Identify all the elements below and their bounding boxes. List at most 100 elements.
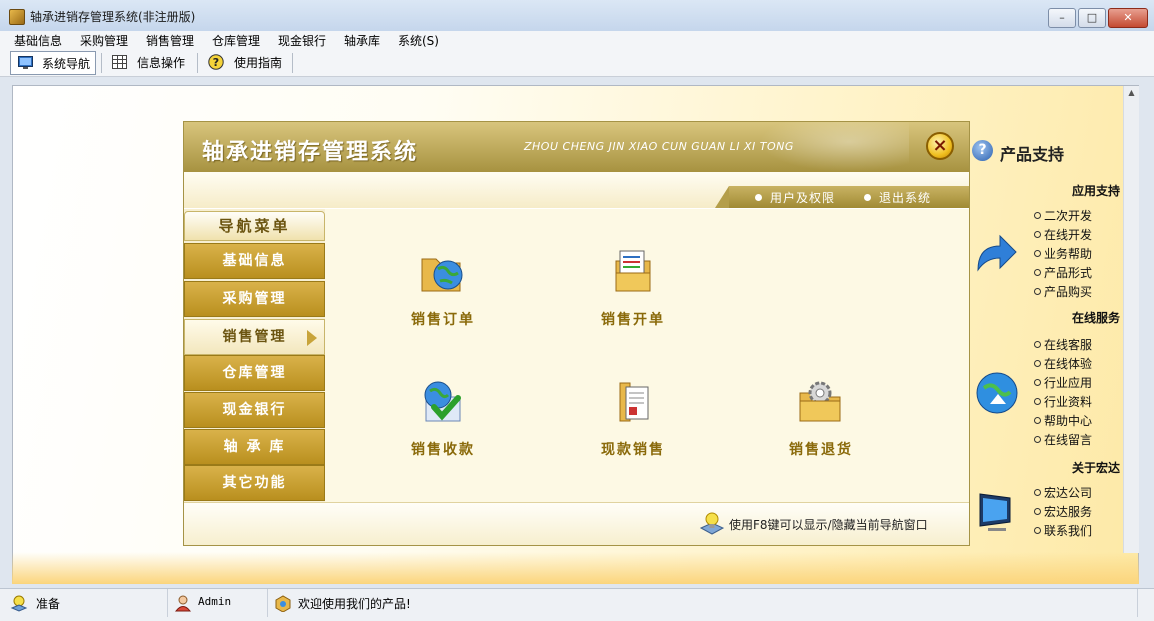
link-online-trial[interactable]: 在线体验 <box>1034 355 1092 372</box>
status-ready-cell: 准备 <box>0 589 168 617</box>
globe-folder-icon <box>421 258 463 292</box>
link-label: 产品购买 <box>1044 285 1093 299</box>
ring-bullet-icon <box>1034 398 1041 405</box>
link-online-message[interactable]: 在线留言 <box>1034 431 1092 448</box>
file-folder-icon <box>619 382 649 422</box>
support-title: 产品支持 <box>1000 145 1065 164</box>
link-product-form[interactable]: 产品形式 <box>1034 264 1092 281</box>
monitor-icon <box>18 56 33 69</box>
exit-system-link[interactable]: 退出系统 <box>864 189 931 206</box>
panel-footer: 使用F8键可以显示/隐藏当前导航窗口 <box>184 502 969 545</box>
link-service[interactable]: 宏达服务 <box>1034 503 1092 520</box>
nav-item-cash-bank[interactable]: 现金银行 <box>184 392 325 428</box>
footer-tip: 使用F8键可以显示/隐藏当前导航窗口 <box>729 518 928 532</box>
menu-warehouse[interactable]: 仓库管理 <box>212 32 260 49</box>
close-panel-button[interactable]: × <box>926 132 954 160</box>
link-secondary-dev[interactable]: 二次开发 <box>1034 207 1092 224</box>
function-area: 销售订单 销售开单 销售收款 现款销售 销售退货 <box>325 209 969 502</box>
link-label: 在线客服 <box>1044 338 1093 352</box>
status-bar: 准备 Admin 欢迎使用我们的产品! <box>0 588 1154 621</box>
nav-item-basic-info[interactable]: 基础信息 <box>184 243 325 279</box>
menu-basic-info[interactable]: 基础信息 <box>14 32 62 49</box>
user-permissions-link[interactable]: 用户及权限 <box>755 189 835 206</box>
user-guide-button[interactable]: ? 使用指南 <box>202 51 288 75</box>
computer-monitor-icon <box>979 493 1011 531</box>
link-label: 行业资料 <box>1044 395 1093 409</box>
help-circle-icon: ? <box>972 140 993 161</box>
nav-item-bearing-library[interactable]: 轴 承 库 <box>184 429 325 465</box>
link-product-purchase[interactable]: 产品购买 <box>1034 283 1092 300</box>
menu-sales[interactable]: 销售管理 <box>146 32 194 49</box>
sales-order-button[interactable]: 销售订单 <box>383 247 503 347</box>
vertical-scrollbar[interactable]: ▲ <box>1123 86 1139 553</box>
nav-item-sales[interactable]: 销售管理 <box>184 319 325 355</box>
bullet-icon <box>864 194 871 201</box>
panel-pinyin-title: ZHOU CHENG JIN XIAO CUN GUAN LI XI TONG <box>524 140 794 153</box>
link-label: 产品形式 <box>1044 266 1093 280</box>
sales-billing-label: 销售开单 <box>601 312 665 328</box>
link-industry-app[interactable]: 行业应用 <box>1034 374 1092 391</box>
nav-item-other[interactable]: 其它功能 <box>184 465 325 501</box>
link-label: 宏达公司 <box>1044 486 1093 500</box>
link-online-support[interactable]: 在线客服 <box>1034 336 1092 353</box>
ring-bullet-icon <box>1034 341 1041 348</box>
system-nav-button[interactable]: 系统导航 <box>10 51 96 75</box>
sales-billing-button[interactable]: 销售开单 <box>573 247 693 347</box>
ring-bullet-icon <box>1034 360 1041 367</box>
cash-sales-button[interactable]: 现款销售 <box>573 377 693 477</box>
user-icon <box>174 595 192 612</box>
nav-item-warehouse[interactable]: 仓库管理 <box>184 355 325 391</box>
status-user-cell: Admin <box>168 589 268 617</box>
status-message-cell: 欢迎使用我们的产品! <box>268 589 1138 617</box>
ring-bullet-icon <box>1034 231 1041 238</box>
svg-text:?: ? <box>213 56 219 69</box>
sales-return-button[interactable]: 销售退货 <box>761 377 881 477</box>
scroll-up-icon[interactable]: ▲ <box>1124 86 1139 100</box>
globe-check-icon <box>424 381 461 422</box>
link-contact[interactable]: 联系我们 <box>1034 522 1092 539</box>
status-user: Admin <box>198 595 232 608</box>
menu-bearing-library[interactable]: 轴承库 <box>344 32 380 49</box>
link-help-center[interactable]: 帮助中心 <box>1034 412 1092 429</box>
link-label: 在线开发 <box>1044 228 1093 242</box>
menu-purchase[interactable]: 采购管理 <box>80 32 128 49</box>
maximize-button[interactable]: □ <box>1078 8 1106 28</box>
section-online-service: 在线服务 <box>1071 311 1120 325</box>
link-online-dev[interactable]: 在线开发 <box>1034 226 1092 243</box>
user-permissions-label: 用户及权限 <box>770 191 836 205</box>
minimize-button[interactable]: – <box>1048 8 1076 28</box>
ring-bullet-icon <box>1034 417 1041 424</box>
ring-bullet-icon <box>1034 489 1041 496</box>
ring-bullet-icon <box>1034 212 1041 219</box>
ring-bullet-icon <box>1034 250 1041 257</box>
app-icon <box>9 9 25 25</box>
info-operation-label: 信息操作 <box>137 56 186 70</box>
panel-links-bar: 用户及权限 退出系统 <box>715 186 969 208</box>
link-business-help[interactable]: 业务帮助 <box>1034 245 1092 262</box>
nav-menu-header: 导航菜单 <box>184 211 325 241</box>
link-label: 二次开发 <box>1044 209 1093 223</box>
toolbar: 系统导航 信息操作 ? 使用指南 <box>0 49 1154 77</box>
sales-receipt-button[interactable]: 销售收款 <box>383 377 503 477</box>
toolbar-separator <box>292 53 293 73</box>
menu-cash-bank[interactable]: 现金银行 <box>278 32 326 49</box>
window-title: 轴承进销存管理系统(非注册版) <box>30 10 196 24</box>
link-company[interactable]: 宏达公司 <box>1034 484 1092 501</box>
nav-item-purchase[interactable]: 采购管理 <box>184 281 325 317</box>
toolbar-separator <box>197 53 198 73</box>
ring-bullet-icon <box>1034 527 1041 534</box>
grid-icon <box>112 55 127 69</box>
user-guide-label: 使用指南 <box>234 56 283 70</box>
ring-bullet-icon <box>1034 508 1041 515</box>
panel-header: 轴承进销存管理系统 ZHOU CHENG JIN XIAO CUN GUAN L… <box>184 122 969 172</box>
main-area-bottom-band <box>12 552 1139 584</box>
link-label: 帮助中心 <box>1044 414 1093 428</box>
navigation-panel: 轴承进销存管理系统 ZHOU CHENG JIN XIAO CUN GUAN L… <box>183 121 970 546</box>
info-operation-button[interactable]: 信息操作 <box>106 51 192 75</box>
menu-system[interactable]: 系统(S) <box>398 32 439 49</box>
link-industry-data[interactable]: 行业资料 <box>1034 393 1092 410</box>
link-label: 行业应用 <box>1044 376 1093 390</box>
link-label: 宏达服务 <box>1044 505 1093 519</box>
close-window-button[interactable]: ✕ <box>1108 8 1148 28</box>
sales-receipt-label: 销售收款 <box>411 442 475 458</box>
